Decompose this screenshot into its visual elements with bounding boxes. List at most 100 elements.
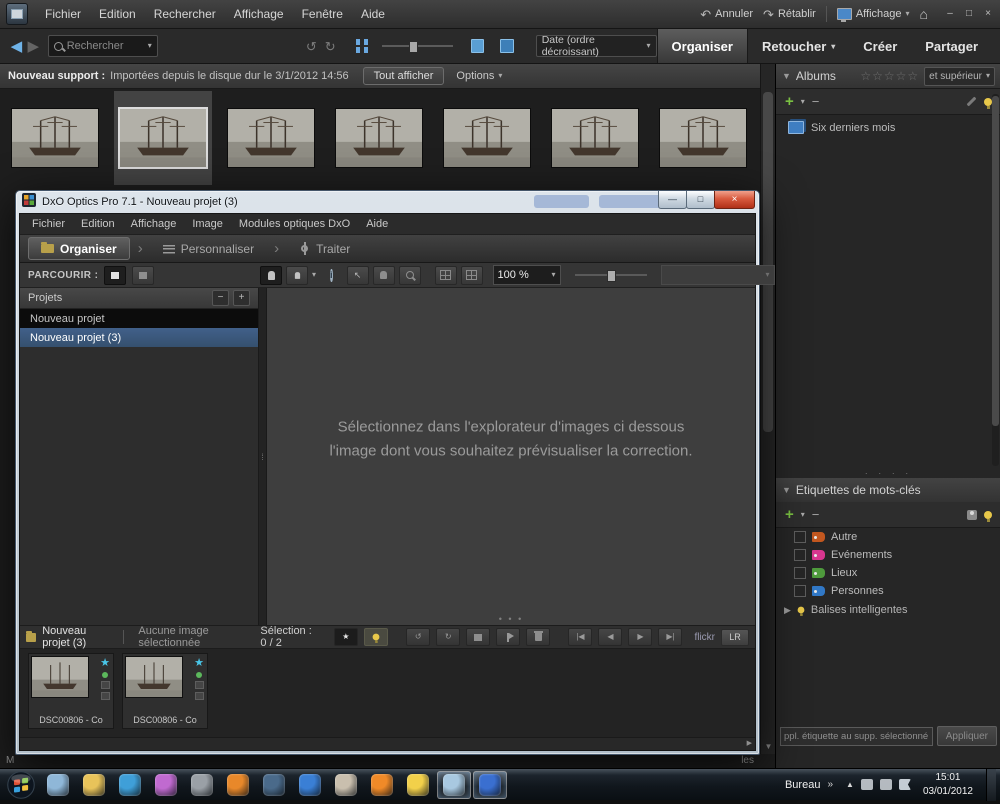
last-image-button[interactable]: ▶|	[658, 628, 682, 646]
hidden-icons-chevron[interactable]: ▲	[846, 780, 854, 789]
zoom-actual-size-button[interactable]	[286, 266, 308, 285]
photo-thumbnail[interactable]	[546, 91, 644, 185]
flickr-export-button[interactable]: flickr	[694, 632, 715, 643]
taskbar-app-photo[interactable]	[149, 771, 183, 799]
first-image-button[interactable]: |◀	[568, 628, 592, 646]
rotate-right-button[interactable]: ↻	[436, 628, 460, 646]
zoom-level-dropdown[interactable]: 100 % ▾	[493, 265, 561, 285]
new-keyword-button[interactable]: +	[785, 507, 794, 522]
forward-button[interactable]: ▶	[25, 39, 42, 54]
dxo-menu-item[interactable]: Modules optiques DxO	[231, 218, 358, 230]
dxo-close-button[interactable]: ×	[714, 191, 755, 209]
dxo-menu-item[interactable]: Edition	[73, 218, 123, 230]
info-button[interactable]: i	[330, 269, 333, 282]
dxo-project-item[interactable]: Nouveau projet (3)	[20, 328, 258, 347]
panel-splitter-dots[interactable]: · · · ·	[776, 468, 1000, 478]
photo-thumbnail[interactable]	[654, 91, 752, 185]
organizer-menu-item[interactable]: Fichier	[36, 3, 90, 25]
dxo-tab-traiter[interactable]: Traiter	[287, 238, 362, 259]
apply-tag-input[interactable]	[780, 727, 933, 746]
show-desktop-button[interactable]	[986, 769, 996, 801]
browse-list-view-button[interactable]	[132, 266, 154, 285]
taskbar-app-gimp[interactable]	[329, 771, 363, 799]
taskbar-app-window[interactable]	[41, 771, 75, 799]
lightbulb-filter-button[interactable]	[364, 628, 388, 646]
dxo-menu-item[interactable]: Aide	[358, 218, 396, 230]
media-browser-scrollbar[interactable]: ▼	[760, 64, 776, 754]
rating-filter-stars[interactable]: ☆☆☆☆☆	[860, 69, 919, 83]
chevron-down-icon[interactable]: ▾	[312, 271, 316, 279]
photo-thumbnail[interactable]	[6, 91, 104, 185]
keyword-checkbox[interactable]	[794, 549, 806, 561]
albums-panel-header[interactable]: ▼ Albums ☆☆☆☆☆ et supérieur ▾	[776, 64, 1000, 89]
smart-tag-icon[interactable]	[984, 511, 992, 519]
grid-view-button[interactable]	[356, 39, 361, 45]
volume-tray-icon[interactable]	[880, 779, 892, 790]
display-tray-icon[interactable]	[861, 779, 873, 790]
people-recognition-icon[interactable]	[967, 510, 977, 520]
organizer-main-tab[interactable]: Créer ▾	[849, 29, 911, 63]
organizer-menu-item[interactable]: Fenêtre	[293, 3, 352, 25]
next-image-button[interactable]: ▶	[628, 628, 652, 646]
delete-keyword-button[interactable]: −	[812, 508, 820, 521]
show-all-button[interactable]: Tout afficher	[363, 67, 445, 85]
organizer-main-tab[interactable]: Retoucher ▾	[748, 29, 849, 63]
keyword-checkbox[interactable]	[794, 567, 806, 579]
previous-image-button[interactable]: ◀	[598, 628, 622, 646]
filmstrip-scrollbar[interactable]: ▶	[20, 737, 755, 750]
task-pane-scrollbar[interactable]	[992, 94, 999, 466]
delete-album-button[interactable]: −	[812, 95, 820, 108]
taskbar-app-orange[interactable]	[221, 771, 255, 799]
toolbar-overflow-chevron[interactable]: »	[827, 779, 833, 790]
search-input[interactable]: Rechercher ▾	[48, 35, 158, 57]
undo-button[interactable]: ↶ Annuler	[700, 8, 753, 21]
remove-project-button[interactable]: −	[212, 290, 229, 306]
organizer-menu-item[interactable]: Edition	[90, 3, 145, 25]
slider-thumb[interactable]	[409, 41, 418, 53]
back-button[interactable]: ◀	[8, 39, 25, 54]
keyword-checkbox[interactable]	[794, 531, 806, 543]
photo-thumbnail[interactable]	[222, 91, 320, 185]
rating-filter-dropdown[interactable]: et supérieur ▾	[924, 67, 995, 86]
star-filter-button[interactable]: ★	[334, 628, 358, 646]
expand-triangle-icon[interactable]: ▶	[784, 605, 791, 616]
photo-thumbnail[interactable]	[330, 91, 428, 185]
taskbar-app-media-player[interactable]	[113, 771, 147, 799]
zoom-slider[interactable]	[575, 268, 647, 282]
taskbar-app-organizer[interactable]	[437, 771, 471, 799]
filmstrip-thumbnail[interactable]: ★ DSC00806 - Co	[122, 653, 208, 729]
dxo-menu-item[interactable]: Fichier	[24, 218, 73, 230]
flag-button[interactable]	[496, 628, 520, 646]
dxo-titlebar[interactable]: DxO Optics Pro 7.1 - Nouveau projet (3) …	[16, 191, 759, 213]
start-button[interactable]	[7, 771, 35, 799]
scrollbar-thumb[interactable]	[763, 92, 773, 432]
collapse-triangle-icon[interactable]: ▼	[782, 485, 791, 495]
hand-tool-button[interactable]	[373, 266, 395, 285]
dxo-tab-personnaliser[interactable]: Personnaliser	[151, 238, 266, 259]
edit-album-icon[interactable]	[967, 97, 977, 107]
dxo-minimize-button[interactable]: —	[658, 191, 687, 209]
apply-button[interactable]: Appliquer	[937, 726, 997, 746]
redo-button[interactable]: ↷ Rétablir	[763, 8, 816, 21]
dxo-maximize-button[interactable]: □	[686, 191, 715, 209]
organizer-main-tab[interactable]: Partager ▾	[911, 29, 992, 63]
taskbar-app-dark[interactable]	[257, 771, 291, 799]
keyword-tag-item[interactable]: Lieux	[776, 564, 1000, 582]
layout-single-button[interactable]	[435, 266, 457, 285]
chevron-down-icon[interactable]: ▾	[801, 98, 805, 106]
layout-split-button[interactable]	[461, 266, 483, 285]
add-project-button[interactable]: +	[233, 290, 250, 306]
keyword-tag-item[interactable]: Evénements	[776, 546, 1000, 564]
dxo-tab-organiser[interactable]: Organiser	[28, 237, 130, 260]
rotate-right-button[interactable]: ↻	[325, 40, 336, 53]
dxo-menu-item[interactable]: Image	[184, 218, 231, 230]
slider-thumb[interactable]	[607, 270, 616, 282]
horizontal-splitter-dots[interactable]: • • •	[267, 614, 755, 624]
dxo-project-item[interactable]: Nouveau projet	[20, 309, 258, 328]
single-photo-view-button[interactable]	[471, 39, 485, 53]
delete-button[interactable]	[526, 628, 550, 646]
rotate-left-button[interactable]: ↺	[406, 628, 430, 646]
taskbar-app-gray[interactable]	[185, 771, 219, 799]
keyword-checkbox[interactable]	[794, 585, 806, 597]
photo-thumbnail[interactable]	[438, 91, 536, 185]
